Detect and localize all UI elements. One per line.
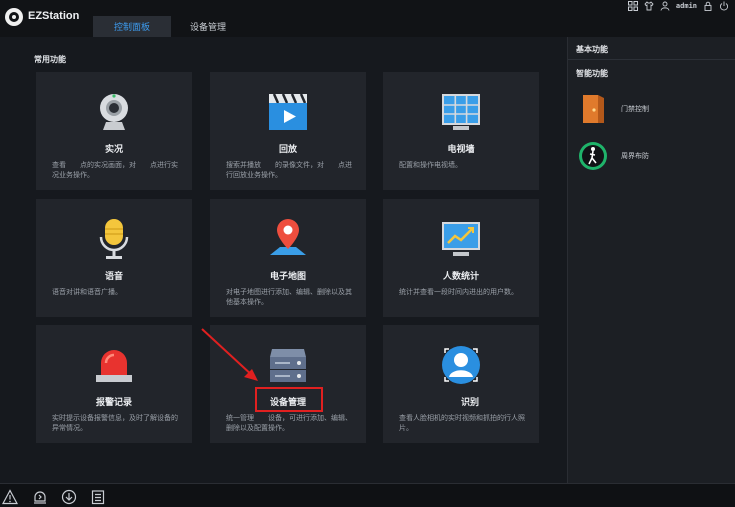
people-count-icon: [442, 222, 480, 256]
card-description: 搜索并播放 的录像文件，对 点进行回放业务操作。: [226, 161, 352, 179]
top-right-controls: admin: [627, 0, 729, 12]
card-people-count[interactable]: 人数统计 统计并查看一段时间内进出的用户数。: [383, 199, 539, 317]
perimeter-defense-label: 周界布防: [621, 152, 649, 160]
lock-icon[interactable]: [703, 1, 713, 11]
card-title: 人数统计: [442, 272, 479, 282]
card-title: 语音: [104, 272, 123, 282]
perimeter-defense-item[interactable]: 周界布防: [578, 140, 728, 174]
status-bar: [0, 483, 735, 507]
card-playback[interactable]: 回放 搜索并播放 的录像文件，对 点进行回放业务操作。: [210, 72, 366, 190]
card-face-recognition[interactable]: 识别 查看人脸相机的实时视频和抓拍的行人照片。: [383, 325, 539, 443]
card-emap[interactable]: 电子地图 对电子地图进行添加、编辑、删除以及其他基本操作。: [210, 199, 366, 317]
download-icon[interactable]: [61, 489, 77, 505]
camera-icon: [100, 94, 128, 130]
top-bar: EZStation 控制面板 设备管理 admin: [0, 0, 735, 37]
smart-functions-title: 智能功能: [576, 69, 608, 78]
microphone-icon: [99, 219, 129, 259]
card-title: 报警记录: [95, 398, 132, 408]
map-pin-icon: [270, 219, 306, 255]
card-alarm-records[interactable]: 报警记录 实时提示设备报警信息，及时了解设备的异常情况。: [36, 325, 192, 443]
right-panel: 基本功能 智能功能 门禁控制 周界布防: [567, 37, 735, 483]
card-description: 实时提示设备报警信息，及时了解设备的异常情况。: [52, 414, 178, 432]
card-description: 查看人脸相机的实时视频和抓拍的行人照片。: [399, 414, 525, 432]
annotation-arrow-icon: [201, 328, 258, 381]
card-title: 电子地图: [269, 272, 306, 282]
app-name: EZStation: [28, 10, 80, 22]
basic-functions-title: 基本功能: [576, 45, 608, 54]
playback-icon: [269, 93, 307, 130]
shirt-icon[interactable]: [644, 1, 654, 11]
card-title: 电视墙: [447, 145, 475, 155]
annotation-highlight-box: [255, 387, 323, 412]
server-icon: [270, 349, 306, 382]
card-description: 统一管理 设备，可进行添加、编辑、删除以及配置操作。: [226, 414, 352, 432]
face-recognition-icon: [442, 346, 480, 384]
tv-wall-icon: [442, 94, 480, 130]
card-description: 配置和操作电视墙。: [399, 161, 462, 169]
divider: [568, 59, 735, 60]
card-description: 统计并查看一段时间内进出的用户数。: [399, 288, 518, 296]
card-tv-wall[interactable]: 电视墙 配置和操作电视墙。: [383, 72, 539, 190]
card-voice[interactable]: 语音 语音对讲和语音广播。: [36, 199, 192, 317]
door-icon: [583, 95, 604, 123]
username[interactable]: admin: [676, 2, 697, 10]
card-title: 识别: [442, 398, 479, 408]
alarm-light-icon: [96, 350, 132, 382]
section-title-common: 常用功能: [34, 55, 66, 64]
main-panel: 常用功能 实况 查看 点的实况画面，对 点进行实况业务操作。 回放 搜索并播放 …: [0, 37, 566, 483]
tab-device-management[interactable]: 设备管理: [173, 16, 243, 37]
app-logo-icon: [5, 8, 23, 26]
card-description: 语音对讲和语音广播。: [52, 288, 122, 296]
tab-control-panel[interactable]: 控制面板: [93, 16, 171, 37]
card-title: 实况: [104, 145, 123, 155]
access-control-label: 门禁控制: [621, 105, 649, 113]
card-live-view[interactable]: 实况 查看 点的实况画面，对 点进行实况业务操作。: [36, 72, 192, 190]
card-description: 查看 点的实况画面，对 点进行实况业务操作。: [52, 161, 178, 179]
perimeter-icon: [579, 142, 607, 170]
card-title: 回放: [278, 145, 297, 155]
card-description: 对电子地图进行添加、编辑、删除以及其他基本操作。: [226, 288, 352, 306]
task-list-icon[interactable]: [90, 489, 106, 505]
grid-view-icon[interactable]: [627, 1, 638, 11]
power-icon[interactable]: [719, 1, 729, 11]
user-icon[interactable]: [660, 1, 670, 11]
warning-icon[interactable]: [2, 489, 18, 505]
access-control-item[interactable]: 门禁控制: [578, 93, 728, 127]
alert-bell-icon[interactable]: [32, 489, 48, 505]
